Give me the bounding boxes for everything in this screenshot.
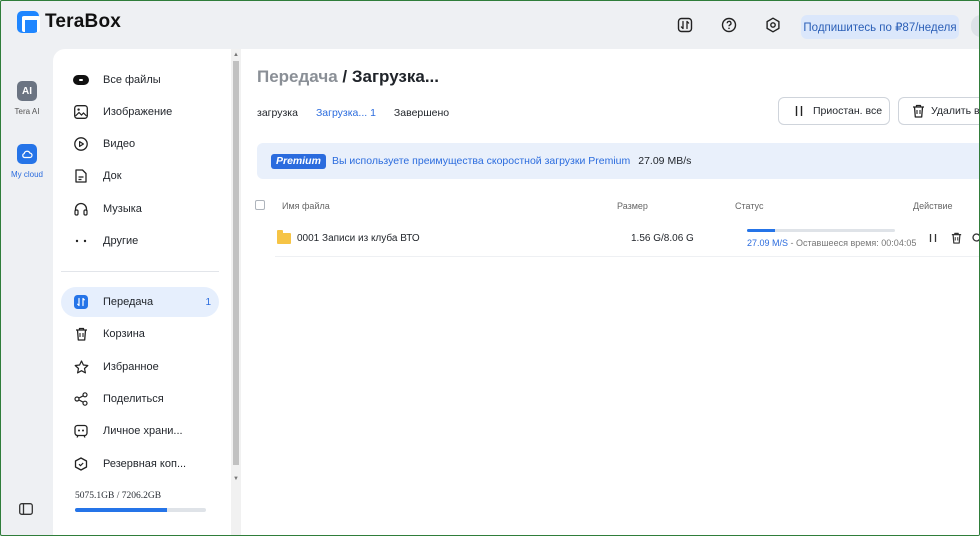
rail-my-cloud[interactable]: My cloud: [9, 144, 45, 179]
sidebar-scroll-thumb[interactable]: [233, 61, 239, 465]
sidebar-item-transfer[interactable]: Передача 1: [61, 287, 219, 317]
storage-usage-text: 5075.1GB / 7206.2GB: [75, 491, 162, 501]
sidebar-item-label: Все файлы: [103, 74, 161, 86]
pause-all-button[interactable]: Приостан. все: [778, 97, 890, 125]
time-remaining: - Оставшееся время: 00:04:05: [788, 238, 917, 248]
download-progress-bar: [747, 229, 895, 232]
sidebar-item-trash[interactable]: Корзина: [61, 319, 219, 349]
star-icon: [73, 359, 89, 375]
logo[interactable]: TeraBox: [17, 11, 121, 33]
sidebar-toggle-icon[interactable]: [19, 503, 33, 518]
breadcrumb: Передача / Загрузка...: [257, 67, 439, 87]
help-icon[interactable]: [720, 16, 738, 34]
app-window: TeraBox Подпишитесь по ₽87/неделя AI Ter…: [0, 0, 980, 536]
premium-banner: Premium Вы используете преимущества скор…: [257, 143, 979, 179]
sidebar-item-label: Музыка: [103, 203, 142, 215]
delete-all-button[interactable]: Удалить вс: [898, 97, 980, 125]
sidebar-item-backup[interactable]: Резервная коп...: [61, 449, 219, 479]
file-name[interactable]: 0001 Записи из клуба ВТО: [297, 233, 420, 244]
row-locate-icon[interactable]: [971, 232, 979, 244]
row-delete-icon[interactable]: [950, 232, 962, 244]
premium-badge: Premium: [271, 153, 326, 169]
app-name: TeraBox: [45, 11, 122, 32]
sidebar-item-favorites[interactable]: Избранное: [61, 352, 219, 382]
subscribe-button[interactable]: Подпишитесь по ₽87/неделя: [801, 15, 959, 39]
column-header-name[interactable]: Имя файла: [282, 201, 330, 211]
sidebar-item-label: Видео: [103, 138, 136, 150]
sidebar-divider: [61, 271, 219, 272]
sidebar-item-label: Другие: [103, 235, 139, 247]
premium-text: Вы используете преимущества скоростной з…: [331, 155, 631, 167]
select-all-checkbox[interactable]: [255, 200, 265, 210]
terabox-logo-icon: [17, 11, 40, 33]
download-speed: 27.09 M/S: [747, 238, 789, 248]
more-dots-icon: [73, 233, 89, 249]
sidebar-item-label: Избранное: [103, 361, 159, 373]
column-header-size[interactable]: Размер: [617, 201, 648, 211]
storage-usage-fill: [75, 508, 168, 512]
sidebar-item-share[interactable]: Поделиться: [61, 384, 219, 414]
all-files-icon: [73, 72, 89, 88]
download-status: 27.09 M/S - Оставшееся время: 00:04:05: [747, 238, 916, 248]
backup-icon: [73, 456, 89, 472]
column-header-action: Действие: [913, 201, 953, 211]
breadcrumb-current: Загрузка...: [351, 67, 440, 86]
sidebar-item-label: Передача: [103, 296, 154, 308]
tab-completed[interactable]: Завершено: [394, 107, 449, 119]
image-icon: [73, 104, 89, 120]
sidebar-item-label: Личное храни...: [103, 425, 183, 437]
transfer-icon: [73, 294, 89, 310]
table-header: Имя файла Размер Статус Действие: [241, 197, 979, 215]
sidebar-item-label: Корзина: [103, 328, 145, 340]
vault-icon: [73, 423, 89, 439]
sidebar-item-other[interactable]: Другие: [61, 226, 219, 256]
row-pause-icon[interactable]: [927, 232, 939, 244]
breadcrumb-parent[interactable]: Передача: [257, 67, 338, 86]
file-size: 1.56 G/8.06 G: [631, 233, 694, 244]
transfer-tabs: загрузка Загрузка... 1 Завершено: [257, 107, 449, 119]
pause-icon: [793, 105, 805, 117]
premium-speed: 27.09 MB/s: [638, 155, 692, 167]
sidebar: Все файлы Изображение Видео Док Музыка Д…: [53, 49, 241, 535]
storage-usage-bar: [75, 508, 206, 512]
sidebar-item-label: Изображение: [103, 106, 173, 118]
breadcrumb-separator: /: [337, 67, 352, 86]
sidebar-item-all-files[interactable]: Все файлы: [61, 65, 219, 95]
settings-icon[interactable]: [764, 16, 782, 34]
sidebar-item-label: Док: [103, 170, 122, 182]
folder-icon: [277, 230, 291, 244]
document-icon: [73, 168, 89, 184]
scroll-up-arrow-icon[interactable]: ▲: [233, 52, 239, 58]
transfer-top-icon[interactable]: [676, 16, 694, 34]
sidebar-item-video[interactable]: Видео: [61, 129, 219, 159]
ai-icon: AI: [17, 81, 37, 101]
cloud-icon: [17, 144, 37, 164]
download-progress-fill: [747, 229, 776, 232]
transfer-count-badge: 1: [205, 296, 211, 308]
delete-all-label: Удалить вс: [931, 105, 980, 117]
rail-my-cloud-label: My cloud: [10, 170, 43, 179]
column-header-status: Статус: [735, 201, 764, 211]
share-icon: [73, 391, 89, 407]
headphones-icon: [73, 201, 89, 217]
tab-downloading[interactable]: Загрузка... 1: [316, 107, 376, 119]
video-icon: [73, 136, 89, 152]
scroll-down-arrow-icon[interactable]: ▼: [233, 476, 239, 482]
sidebar-item-label: Поделиться: [103, 393, 164, 405]
table-row[interactable]: 0001 Записи из клуба ВТО 1.56 G/8.06 G 2…: [275, 223, 979, 257]
tab-upload[interactable]: загрузка: [257, 107, 298, 119]
rail-tera-ai-label: Tera AI: [14, 107, 40, 116]
sidebar-item-label: Резервная коп...: [103, 458, 187, 470]
pause-all-label: Приостан. все: [813, 105, 883, 117]
sidebar-item-image[interactable]: Изображение: [61, 97, 219, 127]
sidebar-item-music[interactable]: Музыка: [61, 194, 219, 224]
main-panel: Передача / Загрузка... загрузка Загрузка…: [241, 49, 980, 535]
rail-tera-ai[interactable]: AI Tera AI: [9, 81, 45, 116]
trash-icon: [911, 104, 925, 118]
top-bar: TeraBox Подпишитесь по ₽87/неделя: [1, 1, 979, 49]
sidebar-item-doc[interactable]: Док: [61, 161, 219, 191]
avatar[interactable]: [971, 15, 979, 37]
trash-icon: [73, 326, 89, 342]
sidebar-item-personal-vault[interactable]: Личное храни...: [61, 416, 219, 446]
